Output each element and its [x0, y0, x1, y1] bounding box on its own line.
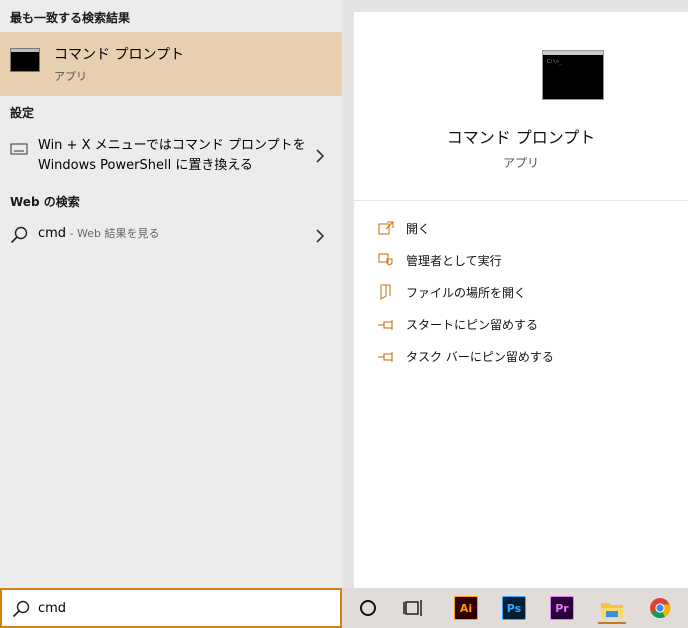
action-label: 管理者として実行 [406, 254, 502, 268]
pin-icon [378, 348, 396, 367]
keyboard-icon [10, 140, 28, 159]
illustrator-label: Ai [454, 596, 478, 620]
illustrator-icon[interactable]: Ai [454, 596, 478, 620]
chevron-right-icon[interactable] [316, 148, 325, 167]
photoshop-icon[interactable]: Ps [502, 596, 526, 620]
chrome-icon[interactable] [648, 596, 672, 620]
preview-title: コマンド プロンプト [446, 128, 596, 147]
settings-heading: 設定 [10, 106, 35, 120]
svg-text:C:\>_: C:\>_ [547, 59, 563, 65]
taskbar: Ai Ps Pr [342, 588, 688, 628]
web-search-heading: Web の検索 [10, 195, 80, 209]
pin-icon [378, 316, 396, 335]
shield-icon [378, 252, 394, 271]
photoshop-label: Ps [502, 596, 526, 620]
chevron-right-icon[interactable] [316, 228, 325, 247]
settings-result-line2: Windows PowerShell に置き換える [38, 158, 253, 173]
best-match-type: アプリ [54, 70, 87, 83]
cortana-icon[interactable] [356, 596, 380, 620]
preview-card: C:\>_ コマンド プロンプト アプリ 開く 管理者として実行 ファイルの場所… [354, 12, 688, 588]
web-search-item[interactable]: cmd - Web 結果を見る [0, 222, 342, 248]
search-input[interactable]: cmd [38, 601, 66, 616]
settings-result-line1: Win + X メニューではコマンド プロンプトを [38, 138, 306, 153]
premiere-icon[interactable]: Pr [550, 596, 574, 620]
action-label: タスク バーにピン留めする [406, 350, 554, 364]
action-label: 開く [406, 222, 431, 236]
search-icon [12, 600, 30, 622]
file-location-icon [378, 284, 394, 304]
divider [354, 200, 688, 201]
search-icon [10, 226, 28, 248]
best-match-name: コマンド プロンプト [54, 47, 185, 63]
best-match-item[interactable]: コマンド プロンプト アプリ [0, 32, 342, 96]
search-box[interactable]: cmd [0, 588, 342, 628]
settings-result-item[interactable]: Win + X メニューではコマンド プロンプトを Windows PowerS… [0, 134, 342, 178]
web-search-query: cmd [38, 226, 67, 241]
preview-panel: C:\>_ コマンド プロンプト アプリ 開く 管理者として実行 ファイルの場所… [342, 0, 688, 588]
preview-subtitle: アプリ [502, 156, 539, 170]
action-label: ファイルの場所を開く [406, 286, 527, 300]
task-view-icon[interactable] [402, 596, 426, 620]
command-prompt-icon [10, 48, 40, 72]
file-explorer-icon[interactable] [594, 596, 630, 624]
open-icon [378, 220, 394, 239]
action-label: スタートにピン留めする [406, 318, 539, 332]
best-match-heading: 最も一致する検索結果 [10, 11, 131, 25]
search-results-panel: 最も一致する検索結果 コマンド プロンプト アプリ 設定 Win + X メニュ… [0, 0, 342, 588]
web-search-suffix: - Web 結果を見る [66, 227, 160, 240]
command-prompt-large-icon: C:\>_ [542, 50, 604, 100]
premiere-label: Pr [550, 596, 574, 620]
